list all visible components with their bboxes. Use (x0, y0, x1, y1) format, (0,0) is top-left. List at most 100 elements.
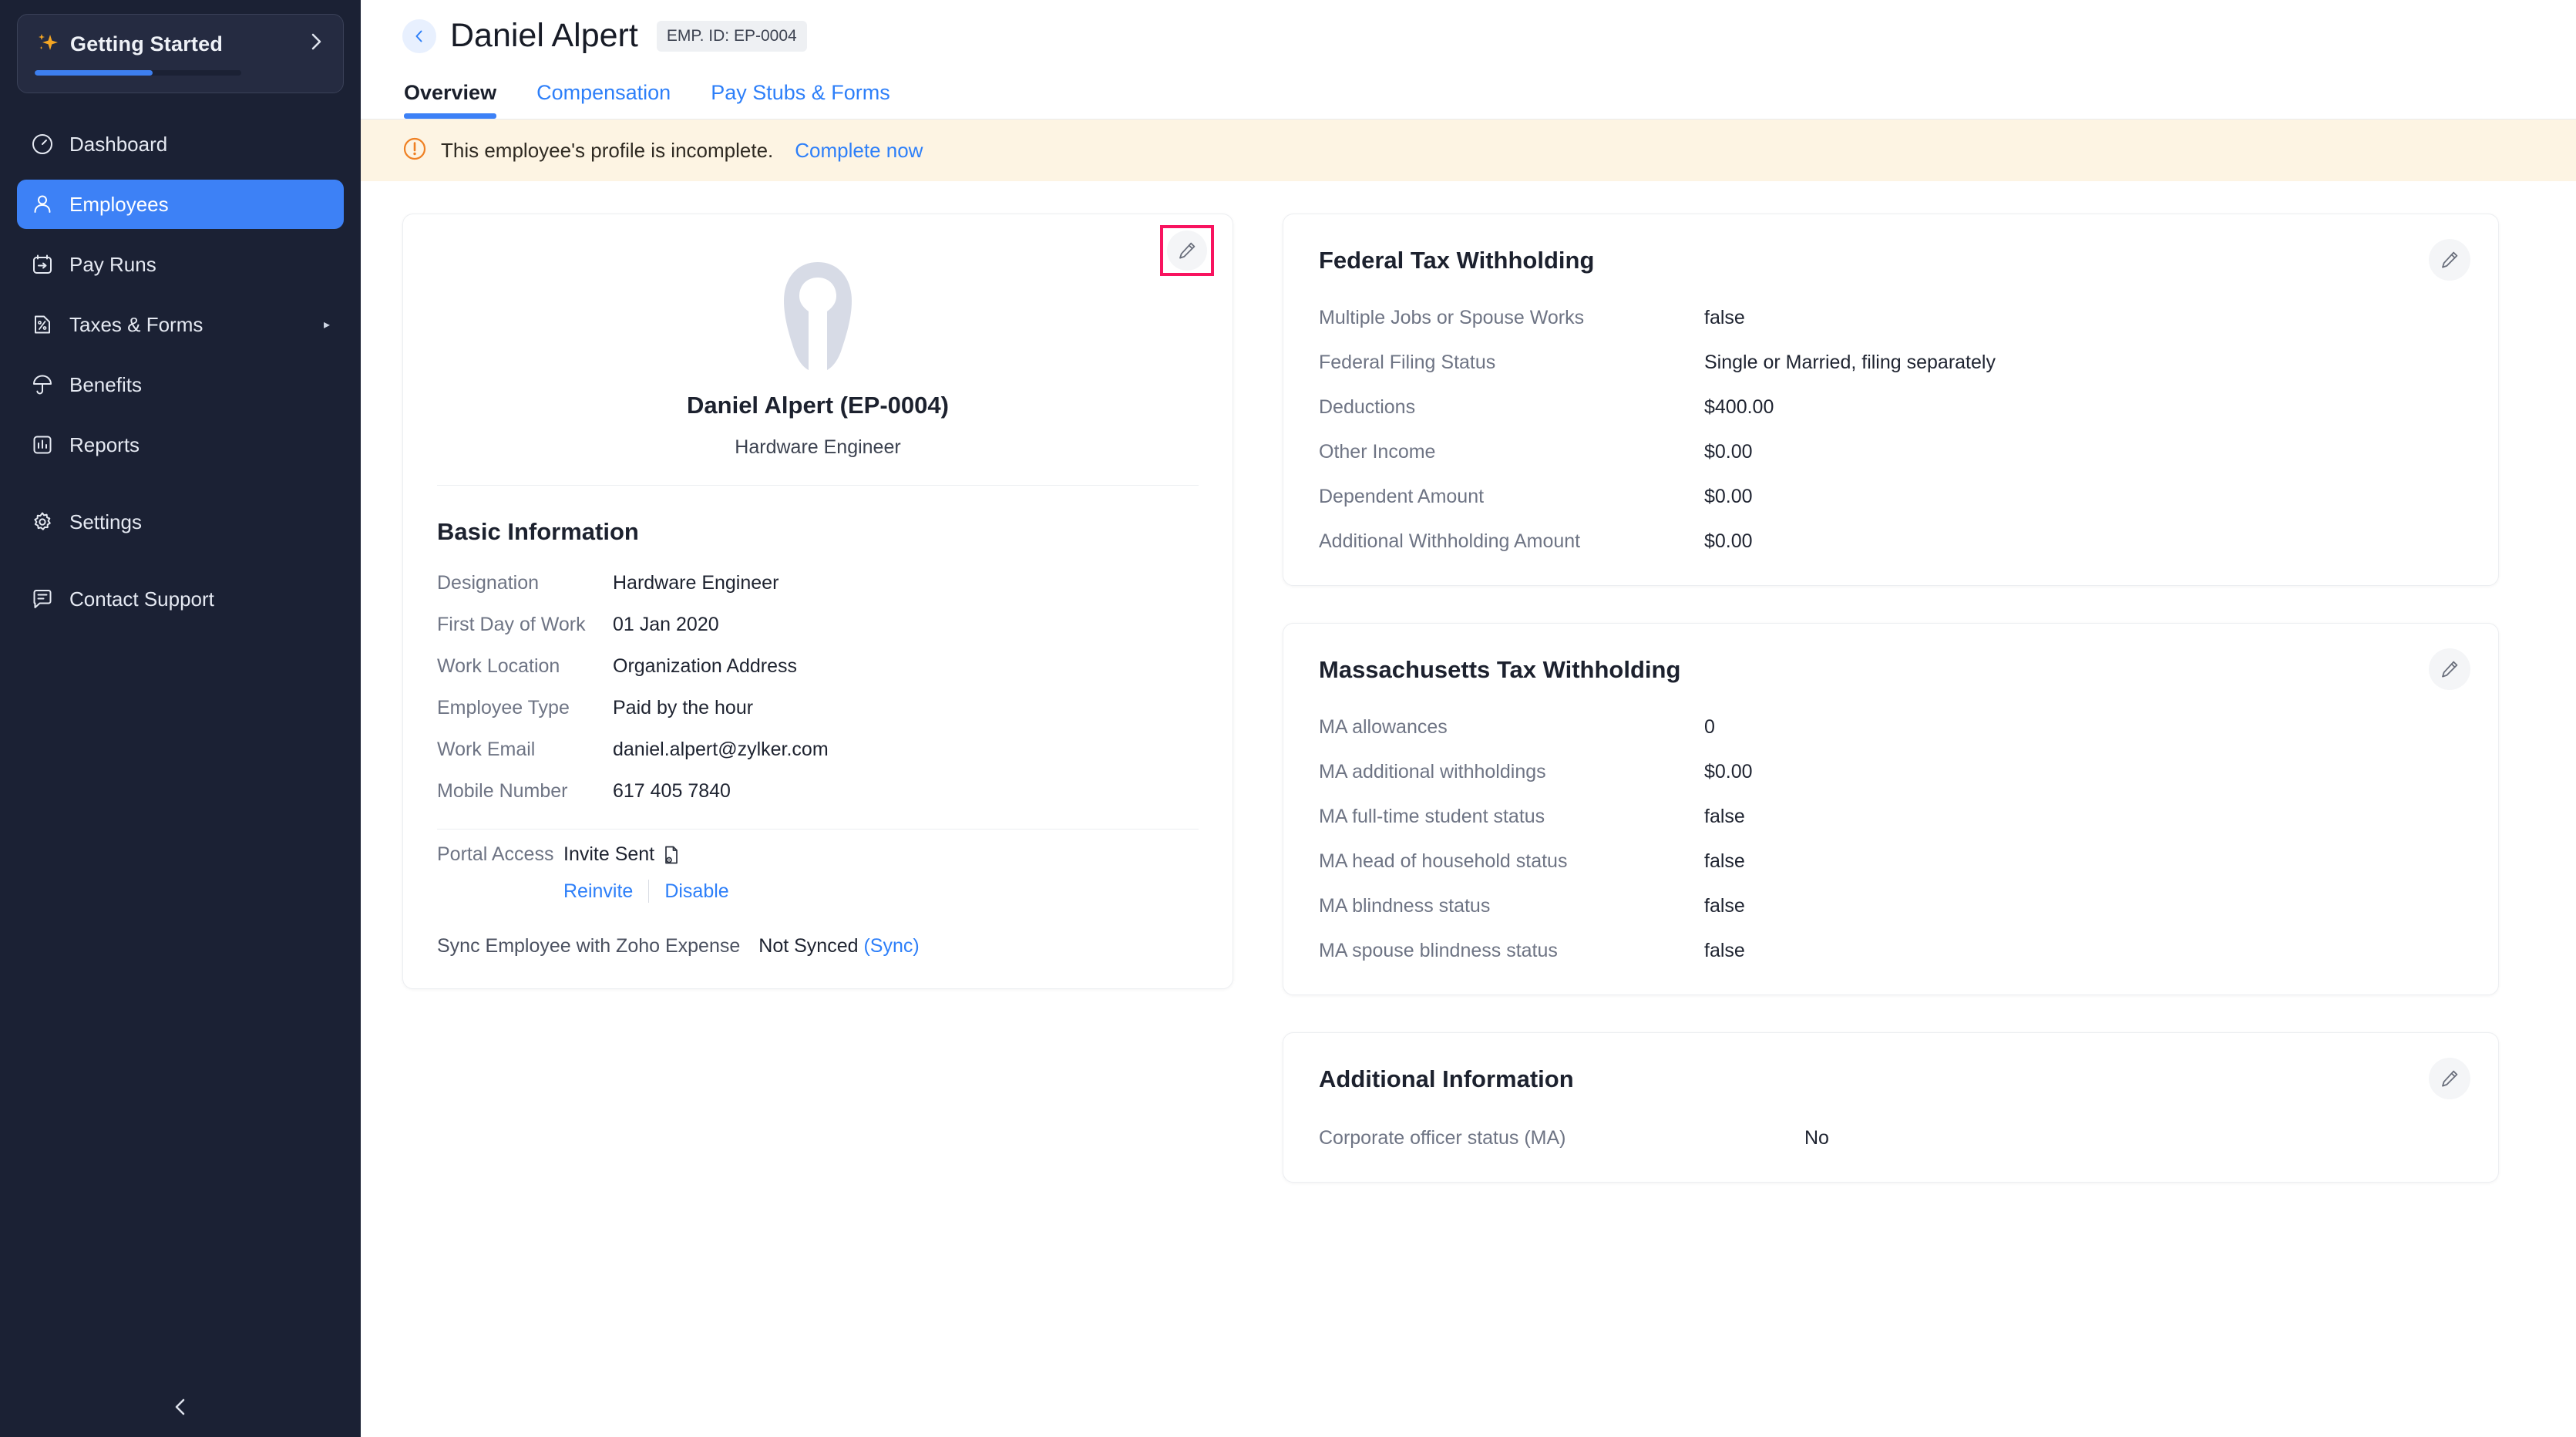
detail-row: Dependent Amount $0.00 (1319, 486, 2463, 508)
gauge-icon (32, 134, 52, 154)
invite-doc-icon (665, 846, 678, 863)
sidebar-item-reports[interactable]: Reports (17, 420, 344, 469)
detail-label: First Day of Work (437, 614, 586, 635)
page-topbar: Daniel Alpert EMP. ID: EP-0004 Overview C… (361, 0, 2576, 119)
detail-value: false (1704, 940, 1745, 961)
getting-started-card[interactable]: Getting Started (17, 14, 344, 93)
profile-edit-highlight (1160, 225, 1214, 276)
detail-label: MA blindness status (1319, 895, 1491, 917)
tax-doc-icon (35, 315, 50, 334)
federal-tax-title: Federal Tax Withholding (1319, 247, 1595, 274)
bar-chart-icon (33, 436, 52, 454)
detail-value: false (1704, 307, 1745, 328)
calendar-arrow-icon (33, 254, 52, 274)
sidebar-item-employees[interactable]: Employees (17, 180, 344, 229)
tab-compensation[interactable]: Compensation (536, 81, 671, 119)
detail-row: MA full-time student status false (1319, 806, 2463, 828)
additional-information-card: Additional Information Corporate officer… (1283, 1032, 2499, 1183)
alert-circle-icon (402, 136, 427, 165)
disable-link[interactable]: Disable (664, 880, 728, 903)
detail-row: Additional Withholding Amount $0.00 (1319, 530, 2463, 553)
getting-started-header: Getting Started (35, 30, 326, 58)
profile-edit-button[interactable] (1167, 231, 1207, 271)
detail-row: First Day of Work 01 Jan 2020 (437, 614, 1199, 636)
user-icon (34, 195, 51, 213)
detail-label: Federal Filing Status (1319, 352, 1496, 373)
complete-now-link[interactable]: Complete now (795, 139, 923, 163)
progress-fill (35, 70, 153, 76)
detail-value: 0 (1704, 716, 1715, 738)
detail-label: Designation (437, 572, 540, 594)
pencil-icon (2442, 251, 2458, 268)
federal-tax-edit-button[interactable] (2429, 239, 2470, 281)
sidebar-item-pay-runs[interactable]: Pay Runs (17, 240, 344, 289)
sidebar-item-dashboard[interactable]: Dashboard (17, 119, 344, 169)
detail-row: MA allowances 0 (1319, 716, 2463, 739)
sidebar-item-settings[interactable]: Settings (17, 497, 344, 547)
tab-overview[interactable]: Overview (404, 81, 497, 119)
back-button[interactable] (402, 19, 436, 53)
sidebar-item-benefits[interactable]: Benefits (17, 360, 344, 409)
employee-id-badge: EMP. ID: EP-0004 (656, 20, 807, 52)
detail-row: MA spouse blindness status false (1319, 940, 2463, 962)
detail-label: Additional Withholding Amount (1319, 530, 1581, 552)
detail-label: MA allowances (1319, 716, 1448, 738)
detail-label: MA full-time student status (1319, 806, 1545, 827)
tab-pay-stubs-forms[interactable]: Pay Stubs & Forms (711, 81, 890, 119)
sidebar-item-taxes-forms[interactable]: Taxes & Forms ▸ (17, 300, 344, 349)
detail-value: Paid by the hour (613, 697, 754, 718)
federal-tax-card: Federal Tax Withholding Multiple Jobs or… (1283, 214, 2499, 586)
profile-card: Daniel Alpert (EP-0004) Hardware Enginee… (402, 214, 1233, 989)
main-content: Daniel Alpert EMP. ID: EP-0004 Overview C… (361, 0, 2576, 1437)
sidebar-item-contact-support[interactable]: Contact Support (17, 574, 344, 624)
detail-value: No (1804, 1127, 1829, 1149)
app-root: Getting Started Dashboard Employees Pay Ru… (0, 0, 2576, 1437)
detail-label: Dependent Amount (1319, 486, 1485, 507)
sidebar-nav: Dashboard Employees Pay Runs Taxes & Forms ▸… (0, 119, 361, 1377)
detail-label: Multiple Jobs or Spouse Works (1319, 307, 1585, 328)
detail-label: Other Income (1319, 441, 1436, 463)
detail-row: MA head of household status false (1319, 850, 2463, 873)
getting-started-label: Getting Started (70, 32, 224, 56)
pencil-icon (2442, 661, 2458, 678)
federal-tax-rows: Multiple Jobs or Spouse Works false Federa… (1319, 307, 2463, 553)
avatar (784, 262, 852, 370)
additional-information-rows: Corporate officer status (MA) No (1319, 1127, 2463, 1149)
sync-link[interactable]: (Sync) (863, 935, 919, 957)
profile-name: Daniel Alpert (EP-0004) (687, 392, 949, 419)
sidebar-item-label: Reports (69, 432, 140, 456)
sidebar-item-label: Pay Runs (69, 252, 156, 276)
sidebar-item-label: Dashboard (69, 132, 168, 156)
content-columns: Daniel Alpert (EP-0004) Hardware Enginee… (361, 181, 2576, 1183)
detail-value: false (1704, 806, 1745, 827)
detail-row: Other Income $0.00 (1319, 441, 2463, 463)
sync-status-text: Not Synced (758, 935, 859, 957)
reinvite-link[interactable]: Reinvite (563, 880, 633, 903)
detail-label: Work Email (437, 739, 536, 760)
portal-access-row: Portal Access Invite Sent (437, 843, 1199, 866)
detail-label: MA spouse blindness status (1319, 940, 1558, 961)
sidebar-collapse-button[interactable] (0, 1377, 361, 1437)
profile-incomplete-banner: This employee's profile is incomplete. C… (361, 119, 2576, 181)
detail-value: Hardware Engineer (613, 572, 779, 594)
detail-row: Work Location Organization Address (437, 655, 1199, 678)
detail-label: Deductions (1319, 396, 1416, 418)
sidebar-item-label: Benefits (69, 372, 142, 396)
banner-message: This employee's profile is incomplete. (441, 138, 774, 162)
detail-label: Corporate officer status (MA) (1319, 1127, 1566, 1149)
sparkle-icon (35, 31, 61, 57)
detail-row: Mobile Number 617 405 7840 (437, 780, 1199, 803)
portal-access-label: Portal Access (437, 843, 554, 865)
detail-value: Single or Married, filing separately (1704, 352, 1996, 373)
detail-label: MA head of household status (1319, 850, 1568, 872)
detail-value: false (1704, 895, 1745, 917)
detail-value: $0.00 (1704, 441, 1753, 463)
state-tax-edit-button[interactable] (2429, 648, 2470, 690)
sync-label: Sync Employee with Zoho Expense (437, 935, 741, 957)
detail-row: Corporate officer status (MA) No (1319, 1127, 2463, 1149)
chevron-right-icon[interactable] (309, 30, 326, 58)
additional-information-edit-button[interactable] (2429, 1058, 2470, 1099)
state-tax-title: Massachusetts Tax Withholding (1319, 656, 1681, 683)
